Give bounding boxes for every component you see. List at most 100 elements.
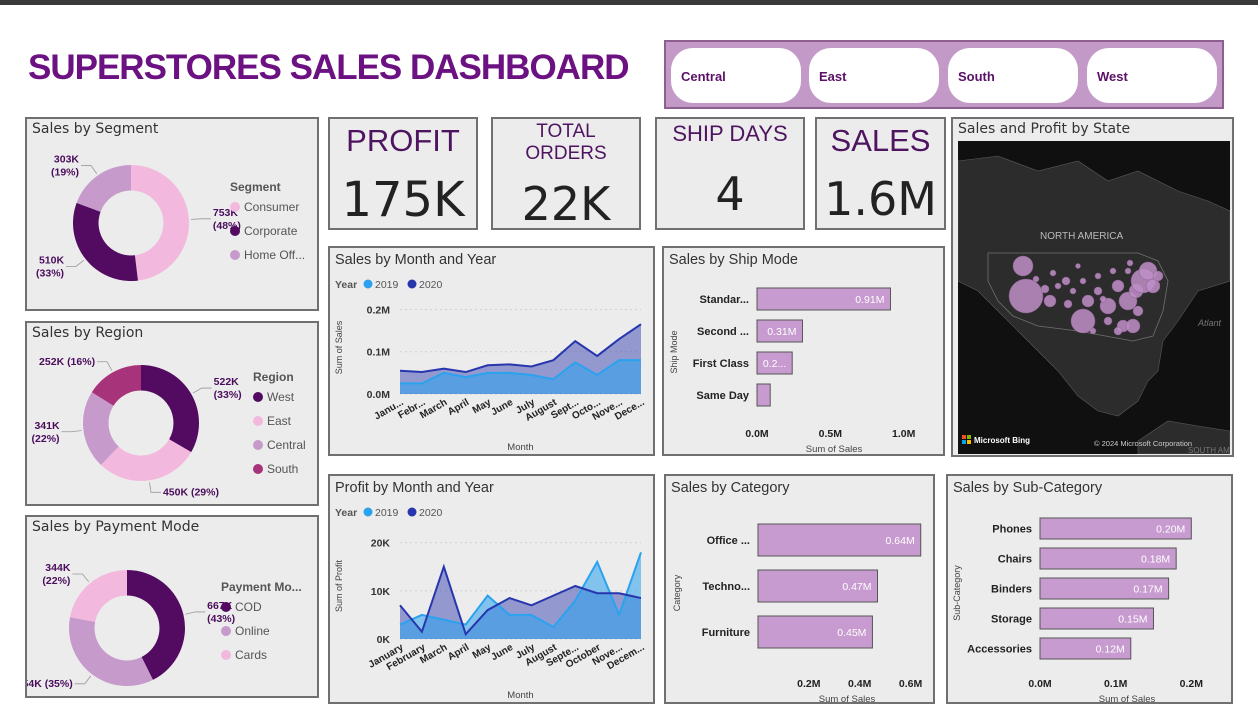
legend-item[interactable]: 2019	[375, 507, 399, 519]
bar-data-label: 0.64M	[886, 535, 915, 547]
state-bubble[interactable]	[1125, 318, 1141, 334]
state-bubble-map[interactable]: NORTH AMERICA Atlant SOUTH AME Microsoft…	[958, 141, 1230, 454]
donut-leader-line	[190, 218, 211, 220]
state-bubble[interactable]	[1040, 284, 1050, 294]
state-bubble[interactable]	[1012, 255, 1034, 277]
kpi-profit-label: PROFIT	[346, 123, 460, 158]
bing-logo-icon	[962, 435, 966, 439]
legend-item[interactable]: South	[267, 462, 298, 476]
map-canvas: NORTH AMERICA Atlant SOUTH AME Microsoft…	[958, 155, 1230, 454]
legend-item[interactable]: 2020	[419, 279, 443, 291]
state-bubble[interactable]	[1113, 326, 1123, 336]
donut-data-label-pct: (22%)	[32, 433, 60, 445]
segment-donut-chart[interactable]: 753K(48%)510K(33%)303K(19%)SegmentConsum…	[27, 139, 317, 311]
kpi-sales-label: SALES	[830, 123, 931, 158]
state-bubble[interactable]	[1081, 294, 1095, 308]
state-bubble[interactable]	[1094, 272, 1102, 280]
state-bubble[interactable]	[1111, 279, 1125, 293]
legend-marker	[363, 279, 373, 289]
legend-title: Payment Mo...	[221, 580, 302, 594]
state-bubble[interactable]	[1079, 277, 1087, 285]
legend-marker	[230, 202, 240, 212]
chart-title: Sales by Month and Year	[335, 252, 496, 268]
donut-data-label: 510K	[39, 254, 65, 266]
category-label: Phones	[992, 524, 1032, 536]
kpi-orders-label: TOTAL ORDERS	[525, 121, 607, 164]
state-bubble[interactable]	[1069, 287, 1077, 295]
state-bubble[interactable]	[1089, 327, 1097, 335]
bar-data-label: 0.31M	[767, 326, 796, 338]
subcategory-bar-chart[interactable]: Sales by Sub-Category Phones 0.20M Chairs 0.…	[948, 476, 1231, 705]
donut-slice-west[interactable]	[141, 365, 199, 453]
category-panel: Sales by Category Office ... 0.64M Techno..…	[664, 474, 935, 705]
state-bubble[interactable]	[1093, 286, 1103, 296]
bing-logo-icon-part	[967, 440, 971, 444]
legend-item[interactable]: East	[267, 414, 292, 428]
legend-item[interactable]: Corporate	[244, 224, 298, 238]
legend-item[interactable]: Cards	[235, 648, 267, 662]
state-bubble[interactable]	[1124, 267, 1132, 275]
legend-marker	[407, 279, 417, 289]
slicer-south[interactable]: South	[948, 48, 1078, 103]
state-bubble[interactable]	[1049, 269, 1057, 277]
state-bubble[interactable]	[1099, 295, 1107, 303]
legend-item[interactable]: Consumer	[244, 200, 299, 214]
shipmode-bar-chart[interactable]: Sales by Ship Mode Standar... 0.91M Second …	[664, 248, 943, 455]
legend-item[interactable]: 2019	[375, 279, 399, 291]
donut-leader-line	[72, 573, 90, 583]
x-tick-label: 0.2M	[797, 678, 821, 690]
x-tick-label: 0.0M	[745, 428, 769, 440]
x-tick-label: 0.4M	[848, 678, 872, 690]
bar[interactable]	[756, 383, 771, 407]
window-top-bar	[0, 0, 1258, 5]
donut-slice-corporate[interactable]	[73, 202, 138, 281]
state-bubble[interactable]	[1152, 270, 1164, 282]
payment-donut-chart[interactable]: 667K(43%)554K (35%)344K(22%)Payment Mo..…	[27, 537, 317, 698]
x-tick-label: 0.2M	[1180, 678, 1204, 690]
legend-item[interactable]: Home Off...	[244, 248, 305, 262]
subcategory-panel: Sales by Sub-Category Phones 0.20M Chairs 0.…	[946, 474, 1233, 705]
state-bubble[interactable]	[1054, 282, 1062, 290]
x-tick-label: June	[489, 642, 515, 663]
slicer-west[interactable]: West	[1087, 48, 1217, 103]
x-axis-label: Sum of Sales	[1099, 694, 1156, 702]
state-bubble[interactable]	[1075, 263, 1081, 269]
state-bubble[interactable]	[1063, 299, 1073, 309]
bing-logo-icon-part	[962, 440, 966, 444]
category-label: Furniture	[702, 627, 750, 639]
chart-title: Sales by Ship Mode	[669, 252, 798, 268]
sales-month-chart[interactable]: Sales by Month and Year Year 2019 2020 0.0M 0…	[330, 248, 653, 454]
donut-data-label: 554K (35%)	[27, 678, 73, 690]
slicer-central[interactable]: Central	[671, 48, 801, 103]
legend-item[interactable]: COD	[235, 600, 262, 614]
donut-slice-cards[interactable]	[70, 570, 127, 622]
region-donut-chart[interactable]: 522K(33%) 450K (29%) 341K(22%) 252K (16%) Re…	[27, 343, 317, 506]
legend-item[interactable]: Central	[267, 438, 306, 452]
profit-month-chart[interactable]: Profit by Month and Year Year 2019 2020 0K 10…	[330, 476, 653, 702]
state-bubble[interactable]	[1043, 294, 1057, 308]
chart-title: Sales by Category	[671, 480, 790, 496]
kpi-profit-card: PROFIT 175K	[328, 117, 478, 230]
state-bubble[interactable]	[1008, 278, 1044, 314]
bing-logo-icon-part	[967, 435, 971, 439]
state-bubble[interactable]	[1126, 259, 1134, 267]
legend-item[interactable]: 2020	[419, 507, 443, 519]
donut-leader-line	[149, 482, 161, 493]
x-axis-label: Month	[507, 690, 533, 701]
region-title: Sales by Region	[32, 325, 144, 341]
bar-data-label: 0.91M	[855, 294, 884, 306]
category-bar-chart[interactable]: Sales by Category Office ... 0.64M Techno..…	[666, 476, 933, 705]
state-bubble[interactable]	[1061, 276, 1071, 286]
state-bubble[interactable]	[1109, 267, 1117, 275]
donut-slice-consumer[interactable]	[131, 165, 189, 281]
legend-item[interactable]: Online	[235, 624, 270, 638]
state-bubble[interactable]	[1132, 305, 1144, 317]
legend-item[interactable]: West	[267, 390, 295, 404]
legend-marker	[363, 507, 373, 517]
state-bubble[interactable]	[1103, 316, 1113, 326]
donut-slice-homeoff[interactable]	[76, 165, 131, 212]
state-bubble[interactable]	[1032, 275, 1040, 283]
slicer-east[interactable]: East	[809, 48, 939, 103]
chart-title: Profit by Month and Year	[335, 480, 494, 496]
donut-slice-online[interactable]	[69, 617, 153, 686]
